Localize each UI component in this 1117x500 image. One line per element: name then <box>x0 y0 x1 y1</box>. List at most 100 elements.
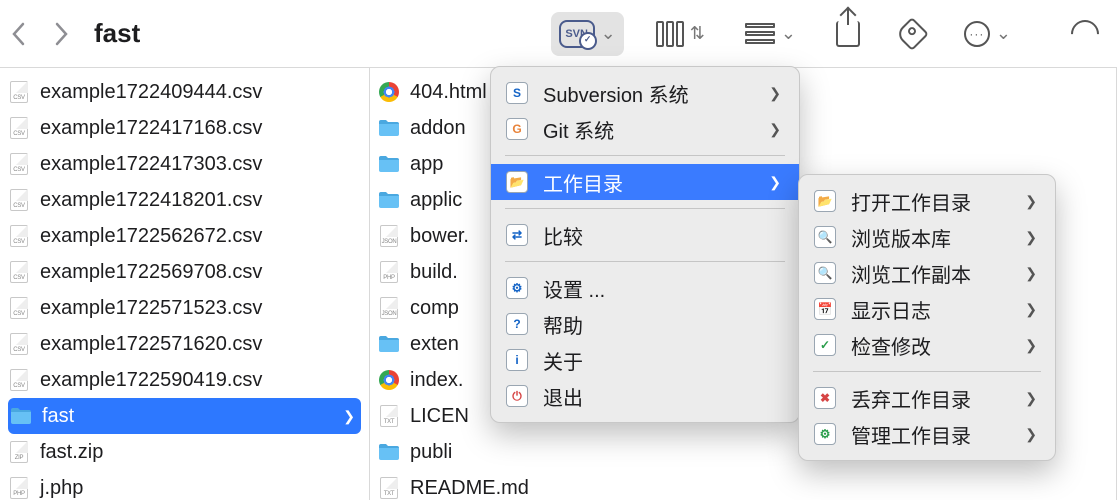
menu-item[interactable]: ⇄比较 <box>491 217 799 253</box>
view-columns-button[interactable]: ⇅ <box>648 12 713 56</box>
path-title[interactable]: fast <box>94 18 140 49</box>
menu-item[interactable]: ✖丢弃工作目录❯ <box>799 380 1055 416</box>
menu-item-label: 管理工作目录 <box>851 420 971 449</box>
document-icon <box>8 369 30 391</box>
settings-icon: ⚙ <box>505 276 529 300</box>
file-name: example1722569708.csv <box>40 261 262 284</box>
chevron-right-icon: ❯ <box>1025 426 1037 443</box>
chevron-updown-icon: ⇅ <box>690 23 705 44</box>
menu-item[interactable]: i关于 <box>491 342 799 378</box>
chevron-right-icon: ❯ <box>1025 229 1037 246</box>
menu-item[interactable]: 📅显示日志❯ <box>799 291 1055 327</box>
document-icon <box>378 225 400 247</box>
menu-item[interactable]: 🔍浏览版本库❯ <box>799 219 1055 255</box>
chevron-right-icon: ❯ <box>769 174 781 191</box>
menu-item-label: 工作目录 <box>543 168 623 197</box>
columns-icon <box>656 21 684 47</box>
log-icon: 📅 <box>813 297 837 321</box>
file-name: example1722571620.csv <box>40 333 262 356</box>
file-name: README.md <box>410 477 529 500</box>
menu-separator <box>505 208 785 209</box>
document-icon <box>378 297 400 319</box>
menu-item-label: 帮助 <box>543 310 583 339</box>
file-name: j.php <box>40 477 83 500</box>
menu-item[interactable]: ✓检查修改❯ <box>799 327 1055 363</box>
share-button[interactable] <box>828 12 868 56</box>
git-icon: G <box>505 117 529 141</box>
svn-context-menu: SSubversion 系统❯GGit 系统❯ 📂 工作目录 ❯ ⇄比较 ⚙ 设置 ...?… <box>490 66 800 423</box>
menu-item[interactable]: ⚙ 设置 ... <box>491 270 799 306</box>
folder-icon <box>10 405 32 427</box>
menu-item-label: 退出 <box>543 382 583 411</box>
file-name: bower. <box>410 225 469 248</box>
file-name: example1722417168.csv <box>40 117 262 140</box>
menu-item[interactable]: ⏻退出 <box>491 378 799 414</box>
document-icon <box>8 441 30 463</box>
file-row[interactable]: fast❯ <box>8 398 361 434</box>
menu-item[interactable]: SSubversion 系统❯ <box>491 75 799 111</box>
chevron-down-icon: ⌄ <box>996 23 1011 44</box>
discard-icon: ✖ <box>813 386 837 410</box>
folder-icon <box>378 441 400 463</box>
file-row[interactable]: example1722571620.csv <box>0 326 369 362</box>
menu-item[interactable]: 🔍浏览工作副本❯ <box>799 255 1055 291</box>
svn-dropdown-button[interactable]: SVN ⌄ <box>551 12 624 56</box>
working-directory-submenu: 📂打开工作目录❯🔍浏览版本库❯🔍浏览工作副本❯📅显示日志❯✓检查修改❯✖丢弃工作… <box>798 174 1056 461</box>
file-name: example1722409444.csv <box>40 81 262 104</box>
document-icon <box>8 297 30 319</box>
file-name: LICEN <box>410 405 469 428</box>
document-icon <box>8 81 30 103</box>
menu-item[interactable]: GGit 系统❯ <box>491 111 799 147</box>
menu-item-label: 丢弃工作目录 <box>851 384 971 413</box>
folder-icon <box>378 189 400 211</box>
file-name: fast.zip <box>40 441 103 464</box>
chrome-icon <box>378 369 400 391</box>
file-row[interactable]: README.md <box>370 470 1116 500</box>
document-icon <box>378 477 400 499</box>
menu-item-label: 浏览版本库 <box>851 223 951 252</box>
file-row[interactable]: fast.zip <box>0 434 369 470</box>
workdir-icon: 📂 <box>505 170 529 194</box>
about-icon: i <box>505 348 529 372</box>
file-row[interactable]: example1722417303.csv <box>0 146 369 182</box>
chevron-right-icon: ❯ <box>1025 265 1037 282</box>
search-button[interactable] <box>1063 12 1107 56</box>
menu-item-label: 设置 ... <box>543 274 605 303</box>
file-row[interactable]: example1722569708.csv <box>0 254 369 290</box>
file-name: fast <box>42 405 74 428</box>
menu-item[interactable]: ? 帮助 <box>491 306 799 342</box>
file-name: 404.html <box>410 81 487 104</box>
more-button[interactable]: ··· ⌄ <box>956 12 1019 56</box>
chevron-right-icon: ❯ <box>769 85 781 102</box>
menu-separator <box>813 371 1041 372</box>
document-icon <box>8 189 30 211</box>
file-name: example1722562672.csv <box>40 225 262 248</box>
document-icon <box>8 477 30 499</box>
file-row[interactable]: example1722562672.csv <box>0 218 369 254</box>
menu-item[interactable]: 📂打开工作目录❯ <box>799 183 1055 219</box>
file-row[interactable]: example1722418201.csv <box>0 182 369 218</box>
check-icon: ✓ <box>813 333 837 357</box>
menu-item-label: 浏览工作副本 <box>851 259 971 288</box>
file-row[interactable]: example1722590419.csv <box>0 362 369 398</box>
file-name: example1722417303.csv <box>40 153 262 176</box>
view-grid-button[interactable]: ⌄ <box>737 12 804 56</box>
search-icon <box>1065 14 1105 54</box>
file-name: example1722590419.csv <box>40 369 262 392</box>
menu-item[interactable]: 📂 工作目录 ❯ <box>491 164 799 200</box>
file-row[interactable]: j.php <box>0 470 369 500</box>
file-column-parent[interactable]: example1722409444.csv example1722417168.c… <box>0 68 370 500</box>
manage-icon: ⚙ <box>813 422 837 446</box>
help-icon: ? <box>505 312 529 336</box>
menu-item[interactable]: ⚙ 管理工作目录 ❯ <box>799 416 1055 452</box>
menu-separator <box>505 261 785 262</box>
svn-icon: SVN <box>559 20 595 48</box>
file-row[interactable]: example1722409444.csv <box>0 74 369 110</box>
compare-icon: ⇄ <box>505 223 529 247</box>
nav-back-button[interactable] <box>0 15 38 53</box>
file-row[interactable]: example1722417168.csv <box>0 110 369 146</box>
chevron-down-icon: ⌄ <box>601 23 616 44</box>
tag-button[interactable] <box>892 12 932 56</box>
nav-forward-button[interactable] <box>42 15 80 53</box>
file-row[interactable]: example1722571523.csv <box>0 290 369 326</box>
